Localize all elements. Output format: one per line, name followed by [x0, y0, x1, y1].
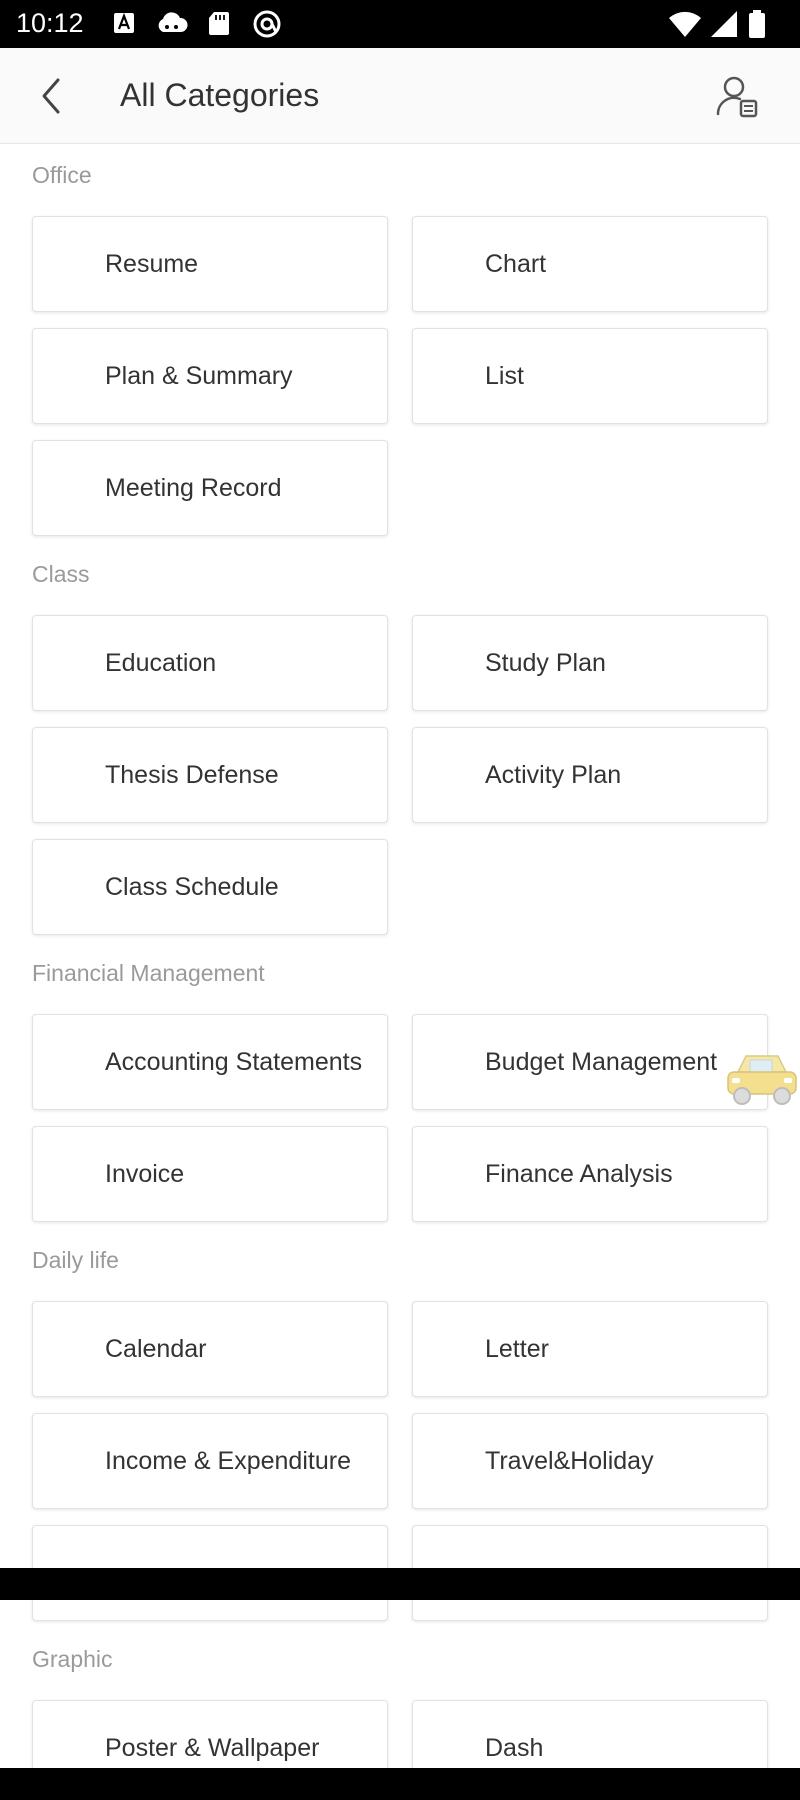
section-label-office: Office [32, 162, 92, 188]
category-label: Letter [485, 1335, 549, 1363]
category-label: Activity Plan [485, 761, 622, 789]
page-title: All Categories [120, 77, 320, 113]
category-label: Plan & Summary [105, 362, 293, 390]
section-label-financial-management: Financial Management [32, 960, 265, 986]
category-tile-calendar[interactable]: Calendar [32, 1301, 388, 1397]
category-tile-invoice[interactable]: Invoice [32, 1126, 388, 1222]
wifi-icon [669, 11, 701, 38]
category-label: Dash [485, 1734, 544, 1762]
taxi-icon [727, 1055, 797, 1105]
section-label-class: Class [32, 561, 90, 587]
category-label: Class Schedule [105, 873, 279, 901]
category-tile-finance-analysis[interactable]: Finance Analysis [412, 1126, 768, 1222]
status-bar: 10:12 [0, 0, 800, 48]
user-list-icon [716, 76, 758, 118]
category-label: Calendar [105, 1335, 207, 1363]
profile-button[interactable] [712, 70, 764, 122]
signal-icon [711, 11, 737, 37]
category-label: Study Plan [485, 649, 606, 677]
status-right-icons [668, 10, 788, 38]
at-icon [253, 10, 281, 38]
category-tile-letter[interactable]: Letter [412, 1301, 768, 1397]
back-button[interactable] [28, 68, 84, 124]
overlay-band [0, 1568, 800, 1600]
category-label: Meeting Record [105, 474, 282, 502]
a-icon [114, 12, 134, 33]
category-tile-resume[interactable]: Resume [32, 216, 388, 312]
floating-taxi-button[interactable] [722, 1050, 800, 1112]
section-label-daily-life: Daily life [32, 1247, 119, 1273]
category-tile-study-plan[interactable]: Study Plan [412, 615, 768, 711]
category-tile-activity-plan[interactable]: Activity Plan [412, 727, 768, 823]
category-label: Accounting Statements [105, 1048, 363, 1076]
category-label: Thesis Defense [105, 761, 279, 789]
category-tile-budget-management[interactable]: Budget Management [412, 1014, 768, 1110]
category-label: Resume [105, 250, 199, 278]
battery-icon [749, 10, 765, 38]
category-tile-class-schedule[interactable]: Class Schedule [32, 839, 388, 935]
category-label: Poster & Wallpaper [105, 1734, 320, 1762]
chevron-left-icon [42, 78, 60, 114]
category-label: Chart [485, 250, 547, 278]
category-label: List [485, 362, 524, 390]
category-tile-accounting-statements[interactable]: Accounting Statements [32, 1014, 388, 1110]
category-tile-meeting-record[interactable]: Meeting Record [32, 440, 388, 536]
category-tile-education[interactable]: Education [32, 615, 388, 711]
category-tile-plan-summary[interactable]: Plan & Summary [32, 328, 388, 424]
status-time: 10:12 [16, 8, 84, 38]
category-tile-thesis-defense[interactable]: Thesis Defense [32, 727, 388, 823]
category-label: Travel&Holiday [485, 1447, 654, 1475]
sd-card-icon [209, 12, 229, 35]
bottom-bar [0, 1768, 800, 1800]
category-label: Invoice [105, 1160, 185, 1188]
cloud-icon [158, 12, 188, 32]
category-tile-travel-holiday[interactable]: Travel&Holiday [412, 1413, 768, 1509]
category-label: Budget Management [485, 1048, 718, 1076]
category-tile-list[interactable]: List [412, 328, 768, 424]
category-label: Education [105, 649, 217, 677]
category-label: Income & Expenditure [105, 1447, 351, 1475]
category-tile-chart[interactable]: Chart [412, 216, 768, 312]
section-label-graphic: Graphic [32, 1646, 113, 1672]
category-tile-income-expenditure[interactable]: Income & Expenditure [32, 1413, 388, 1509]
category-label: Finance Analysis [485, 1160, 673, 1188]
app-bar: All Categories [0, 48, 800, 144]
